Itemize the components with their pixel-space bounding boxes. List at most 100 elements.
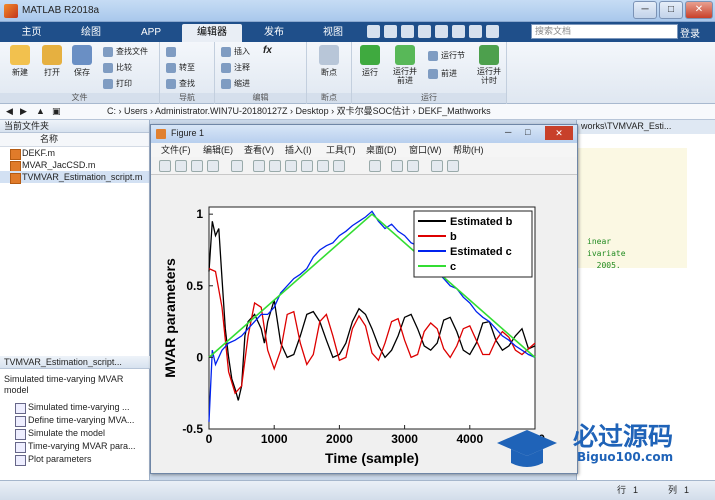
breakpoint-group-label: 断点: [307, 93, 351, 103]
figure-title: Figure 1: [151, 125, 577, 143]
zoom-in-icon[interactable]: [253, 160, 265, 172]
find-button[interactable]: 查找: [166, 78, 195, 90]
maximize-button[interactable]: □: [659, 1, 683, 19]
pan-icon[interactable]: [285, 160, 297, 172]
save-icon: [72, 45, 92, 65]
show-plot-tools-icon[interactable]: [447, 160, 459, 172]
tab-apps[interactable]: APP: [122, 24, 180, 42]
current-folder-panel: 当前文件夹 名称 DEKF.m MVAR_JacCSD.m TVMVAR_Est…: [0, 120, 150, 480]
legend-entry: Estimated c: [450, 246, 512, 258]
minimize-button[interactable]: ─: [633, 1, 657, 19]
run-button[interactable]: 运行: [356, 45, 384, 78]
folder-up-icon[interactable]: ▲: [36, 104, 45, 119]
login-link[interactable]: 登录: [680, 25, 700, 40]
name-column-header[interactable]: 名称: [0, 133, 149, 147]
save-quick-icon[interactable]: [367, 25, 380, 38]
tab-home[interactable]: 主页: [4, 24, 59, 42]
open-figure-icon[interactable]: [175, 160, 187, 172]
section-item[interactable]: Simulated time-varying ...: [0, 401, 150, 414]
search-docs-input[interactable]: 搜索文档: [531, 24, 678, 39]
brush-icon[interactable]: [333, 160, 345, 172]
fx-button[interactable]: fx: [263, 45, 272, 56]
switch-window-icon[interactable]: [469, 25, 482, 38]
x-tick-label: 1000: [261, 432, 288, 446]
run-section-button[interactable]: 运行节: [428, 50, 465, 62]
close-button[interactable]: ✕: [685, 1, 713, 19]
tab-publish[interactable]: 发布: [246, 24, 302, 42]
redo-quick-icon[interactable]: [452, 25, 465, 38]
run-and-advance-button[interactable]: 运行并 前进: [388, 45, 422, 85]
watermark-logo: 必过源码 Biguo100.com: [497, 422, 673, 467]
zoom-out-icon[interactable]: [269, 160, 281, 172]
find-files-button[interactable]: 查找文件: [103, 46, 148, 58]
colorbar-icon[interactable]: [391, 160, 403, 172]
insert-button[interactable]: 插入: [221, 46, 250, 58]
advance-button[interactable]: 前进: [428, 68, 457, 80]
menu-view[interactable]: 查看(V): [244, 143, 274, 157]
cut-quick-icon[interactable]: [384, 25, 397, 38]
comment-button[interactable]: 注释: [221, 62, 250, 74]
edit-group: 插入 注释 缩进 fx 编辑: [215, 42, 307, 104]
new-file-icon: [10, 45, 30, 65]
figure-toolbar: [151, 157, 577, 175]
section-item[interactable]: Define time-varying MVA...: [0, 414, 150, 427]
edit-group-label: 编辑: [215, 93, 306, 103]
menu-help[interactable]: 帮助(H): [453, 143, 484, 157]
goto-button[interactable]: 转至: [166, 62, 195, 74]
section-item[interactable]: Time-varying MVAR para...: [0, 440, 150, 453]
nav-back-button[interactable]: [166, 46, 202, 58]
figure-close-button[interactable]: ✕: [545, 126, 573, 140]
y-axis-label: MVAR parameters: [162, 258, 178, 378]
forward-arrow-icon[interactable]: ▶: [20, 104, 27, 119]
copy-quick-icon[interactable]: [401, 25, 414, 38]
legend-toggle-icon[interactable]: [407, 160, 419, 172]
new-button[interactable]: 新建: [6, 45, 34, 78]
file-item-selected[interactable]: TVMVAR_Estimation_script.m: [0, 171, 149, 184]
new-figure-icon[interactable]: [159, 160, 171, 172]
tab-view[interactable]: 视图: [305, 24, 361, 42]
hide-plot-tools-icon[interactable]: [431, 160, 443, 172]
menu-file[interactable]: 文件(F): [161, 143, 191, 157]
folder-open-icon: [42, 45, 62, 65]
paste-quick-icon[interactable]: [418, 25, 431, 38]
browse-folder-icon[interactable]: ▣: [52, 104, 61, 119]
breakpoint-icon: [319, 45, 339, 65]
indent-button[interactable]: 缩进: [221, 78, 250, 90]
figure-menu-bar: 文件(F) 编辑(E) 查看(V) 插入(I) 工具(T) 桌面(D) 窗口(W…: [151, 143, 577, 157]
back-arrow-icon[interactable]: ◀: [6, 104, 13, 119]
tab-plots[interactable]: 绘图: [62, 24, 120, 42]
file-item[interactable]: DEKF.m: [0, 147, 149, 160]
svg-text:Biguo100.com: Biguo100.com: [577, 450, 673, 464]
code-text[interactable]: inear ivariate 2005.: [587, 236, 626, 272]
help-icon[interactable]: [486, 25, 499, 38]
undo-quick-icon[interactable]: [435, 25, 448, 38]
run-and-time-button[interactable]: 运行并 计时: [472, 45, 506, 85]
run-time-icon: [479, 45, 499, 65]
print-button[interactable]: 打印: [103, 78, 132, 90]
print-figure-icon[interactable]: [207, 160, 219, 172]
figure-maximize-button[interactable]: □: [525, 127, 530, 137]
save-button[interactable]: 保存: [68, 45, 96, 78]
svg-text:必过源码: 必过源码: [573, 422, 673, 451]
tab-editor[interactable]: 编辑器: [182, 24, 242, 42]
section-item[interactable]: Simulate the model: [0, 427, 150, 440]
breakpoints-button[interactable]: 断点: [315, 45, 343, 78]
figure-minimize-button[interactable]: ─: [505, 127, 511, 137]
current-path[interactable]: C: › Users › Administrator.WIN7U-2018012…: [107, 104, 491, 119]
open-button[interactable]: 打开: [38, 45, 66, 78]
menu-desktop[interactable]: 桌面(D): [366, 143, 397, 157]
pointer-icon[interactable]: [231, 160, 243, 172]
file-item[interactable]: MVAR_JacCSD.m: [0, 159, 149, 172]
editor-tab[interactable]: works\TVMVAR_Esti...: [577, 120, 715, 134]
menu-window[interactable]: 窗口(W): [409, 143, 442, 157]
menu-tools[interactable]: 工具(T): [326, 143, 356, 157]
menu-edit[interactable]: 编辑(E): [203, 143, 233, 157]
menu-insert[interactable]: 插入(I): [285, 143, 312, 157]
save-figure-icon[interactable]: [191, 160, 203, 172]
section-item[interactable]: Plot parameters: [0, 453, 150, 466]
data-cursor-icon[interactable]: [317, 160, 329, 172]
rotate-icon[interactable]: [301, 160, 313, 172]
legend-entry: Estimated b: [450, 216, 513, 228]
compare-button[interactable]: 比较: [103, 62, 132, 74]
link-plot-icon[interactable]: [369, 160, 381, 172]
